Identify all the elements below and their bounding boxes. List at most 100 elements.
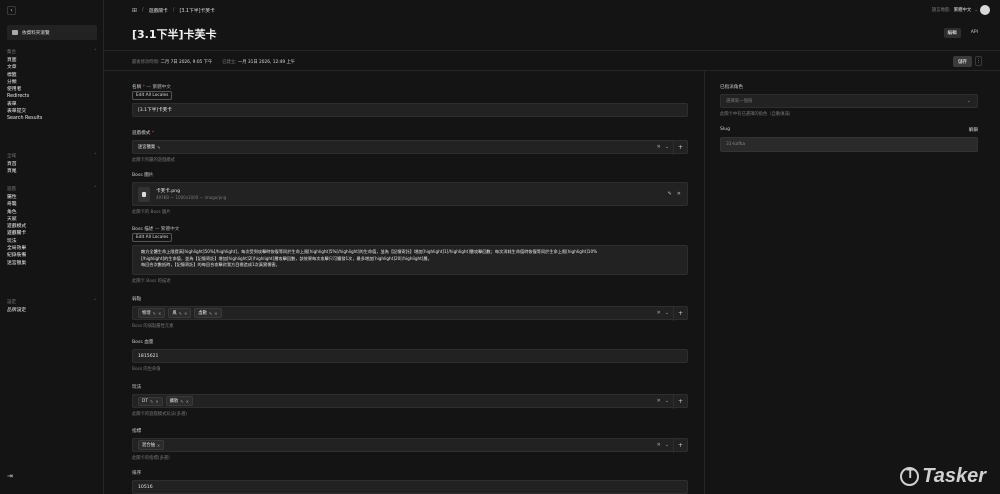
add-icon[interactable]: + xyxy=(673,141,687,155)
tab-api[interactable]: API xyxy=(967,28,982,38)
edit-icon[interactable]: ✎ xyxy=(209,311,212,316)
avatar[interactable] xyxy=(980,5,990,15)
edit-icon[interactable]: ✎ xyxy=(179,311,182,316)
nav-group-header[interactable]: 設定 ⌃ xyxy=(7,299,97,307)
sidebar-item-footer[interactable]: 頁尾 xyxy=(7,168,97,175)
clear-icon[interactable]: ✕ xyxy=(657,310,661,316)
select-controls: ✕ ⌄ xyxy=(657,144,669,150)
game-mode-select[interactable]: 迷宮獵巢 ✎ ✕ ⌄ + xyxy=(132,140,688,155)
locale-hint: — 繁體中文 xyxy=(146,85,171,90)
locale-selector[interactable]: 語言地區: 繁體中文 ⌄ xyxy=(931,7,978,14)
edit-icon[interactable]: ✎ xyxy=(153,311,156,316)
edit-all-locales-button[interactable]: Edit All Locales xyxy=(132,91,173,100)
breadcrumb-item-stages[interactable]: 遊戲關卡 xyxy=(149,7,168,14)
sidebar-item-search-results[interactable]: Search Results xyxy=(7,115,97,122)
nav-group-title: 設定 xyxy=(7,300,16,305)
sidebar-item-redirects[interactable]: Redirects xyxy=(7,93,97,100)
tasker-logo-icon xyxy=(900,466,920,486)
sidebar-item-pages[interactable]: 頁面 xyxy=(7,57,97,64)
clear-icon[interactable]: ✕ xyxy=(657,144,661,150)
chevron-down-icon[interactable]: ⌄ xyxy=(665,442,669,448)
edit-icon[interactable]: ✎ xyxy=(180,399,183,404)
document-meta: 最後修改時間: 二月 7日 2026, 9:05 下午 已建立: 一月 31日 … xyxy=(132,59,295,65)
boss-hp-input[interactable]: 1815621 xyxy=(132,349,688,363)
selected-chip: DT ✎ ✕ xyxy=(138,396,163,406)
remove-icon[interactable]: ✕ xyxy=(214,311,217,316)
watermark-text: Tasker xyxy=(922,465,986,487)
clear-icon[interactable]: ✕ xyxy=(657,398,661,404)
remove-icon[interactable]: ✕ xyxy=(157,443,160,448)
boss-description-label: Boss 描述 xyxy=(132,227,154,232)
locale-label: 語言地區: xyxy=(931,8,951,13)
field-boss-description: Boss 描述 — 繁體中文 Edit All Locales 敵方全體生命上限… xyxy=(132,226,688,284)
add-icon[interactable]: + xyxy=(673,307,687,321)
chip-label: 虛數 xyxy=(198,311,207,316)
chevron-down-icon[interactable]: ⌄ xyxy=(665,310,669,316)
sidebar-item-categories[interactable]: 分類 xyxy=(7,79,97,86)
field-description: Boss 的生命值 xyxy=(132,367,161,372)
boss-image-upload[interactable]: 卡芙卡.png 497KB — 1000x1000 — image/png ✎ ✕ xyxy=(132,182,688,206)
weakness-select[interactable]: 物理 ✎ ✕ 風 ✎ ✕ 虛數 ✎ ✕ ✕ ⌄ + xyxy=(132,306,688,321)
browse-by-folder-button[interactable]: 依資料夾瀏覽 xyxy=(7,25,97,40)
sidebar-item-gameplay[interactable]: 玩法 xyxy=(7,238,97,245)
sidebar-item-posts[interactable]: 文章 xyxy=(7,64,97,71)
remove-icon[interactable]: ✕ xyxy=(186,399,189,404)
sidebar-item-tags[interactable]: 標籤 xyxy=(7,72,97,79)
nav-group-header[interactable]: 遊戲 ⌃ xyxy=(7,186,97,194)
breadcrumb: ⊞ / 遊戲關卡 / [3.1下半]卡芙卡 xyxy=(132,7,215,14)
name-input[interactable]: [3.1下半]卡芙卡 xyxy=(132,103,688,117)
tags-select[interactable]: 混合抽 ✕ ✕ ⌄ + xyxy=(132,438,688,453)
collapse-sidebar-button[interactable]: ‹ xyxy=(7,6,16,15)
assigned-role-select[interactable]: 選擇第一個值 ⌄ xyxy=(720,94,978,108)
edit-icon[interactable]: ✎ xyxy=(150,399,153,404)
field-description: 此關卡所屬的遊戲模式 xyxy=(132,158,175,163)
sidebar-item-form-submissions[interactable]: 表單提交 xyxy=(7,108,97,115)
save-button[interactable]: 儲存 xyxy=(953,56,972,67)
chevron-down-icon[interactable]: ⌄ xyxy=(665,398,669,404)
sidebar-item-forms[interactable]: 表單 xyxy=(7,101,97,108)
gameplay-select[interactable]: DT ✎ ✕ 擴散 ✎ ✕ ✕ ⌄ + xyxy=(132,394,688,409)
sidebar-item-characters[interactable]: 角色 xyxy=(7,209,97,216)
edit-all-locales-button[interactable]: Edit All Locales xyxy=(132,233,173,242)
sidebar-item-global-effects[interactable]: 全局效果 xyxy=(7,245,97,252)
sidebar-item-users[interactable]: 使用者 xyxy=(7,86,97,93)
edit-icon[interactable]: ✎ xyxy=(668,191,672,197)
remove-icon[interactable]: ✕ xyxy=(184,311,187,316)
breadcrumb-separator: / xyxy=(142,8,144,13)
document-meta-bar: 最後修改時間: 二月 7日 2026, 9:05 下午 已建立: 一月 31日 … xyxy=(104,50,1000,71)
sidebar-item-attributes[interactable]: 屬性 xyxy=(7,194,97,201)
more-options-icon[interactable]: ⋮ xyxy=(975,56,982,66)
field-tags: 指標 混合抽 ✕ ✕ ⌄ + 此關卡的指標(多選) xyxy=(132,428,688,461)
unlock-slug-button[interactable]: 解鎖 xyxy=(969,127,978,133)
created-value: 一月 31日 2026, 12:49 上午 xyxy=(237,60,296,65)
remove-icon[interactable]: ✕ xyxy=(158,311,161,316)
boss-hp-label: Boss 血量 xyxy=(132,340,154,345)
logout-icon[interactable]: ⇥ xyxy=(7,472,13,480)
nav-group-header[interactable]: 集合 ⌃ xyxy=(7,49,97,57)
sidebar-item-equipment[interactable]: 紀錄裝備 xyxy=(7,252,97,259)
nav-group-header[interactable]: 全域 ⌃ xyxy=(7,153,97,161)
edit-icon[interactable]: ✎ xyxy=(157,145,160,150)
chip-label: 擴散 xyxy=(169,399,179,404)
chevron-down-icon[interactable]: ⌄ xyxy=(665,144,669,150)
sidebar-item-raid[interactable]: 奇襲 xyxy=(7,201,97,208)
select-placeholder: 選擇第一個值 xyxy=(726,99,753,104)
sidebar-item-brand-settings[interactable]: 品牌設定 xyxy=(7,307,97,314)
order-input[interactable]: 10516 xyxy=(132,480,688,494)
weakness-label: 弱點 xyxy=(132,297,142,302)
required-marker: * xyxy=(151,131,155,136)
sidebar-item-maze[interactable]: 迷宮獵巢 xyxy=(7,260,97,267)
sidebar-item-game-stages[interactable]: 遊戲關卡 xyxy=(7,230,97,237)
game-mode-label: 遊戲模式 xyxy=(132,131,151,136)
remove-icon[interactable]: ✕ xyxy=(677,191,681,197)
sidebar-item-talents[interactable]: 天賦 xyxy=(7,216,97,223)
clear-icon[interactable]: ✕ xyxy=(657,442,661,448)
tab-edit[interactable]: 編輯 xyxy=(943,28,961,38)
sidebar-item-game-modes[interactable]: 遊戲模式 xyxy=(7,223,97,230)
sidebar-item-header[interactable]: 頁首 xyxy=(7,161,97,168)
boss-description-textarea[interactable]: 敵方全體生命上限提高[highlight]50%[/highlight]，每次受… xyxy=(132,245,688,275)
home-icon[interactable]: ⊞ xyxy=(132,7,137,14)
remove-icon[interactable]: ✕ xyxy=(155,399,158,404)
add-icon[interactable]: + xyxy=(673,439,687,453)
add-icon[interactable]: + xyxy=(673,395,687,409)
